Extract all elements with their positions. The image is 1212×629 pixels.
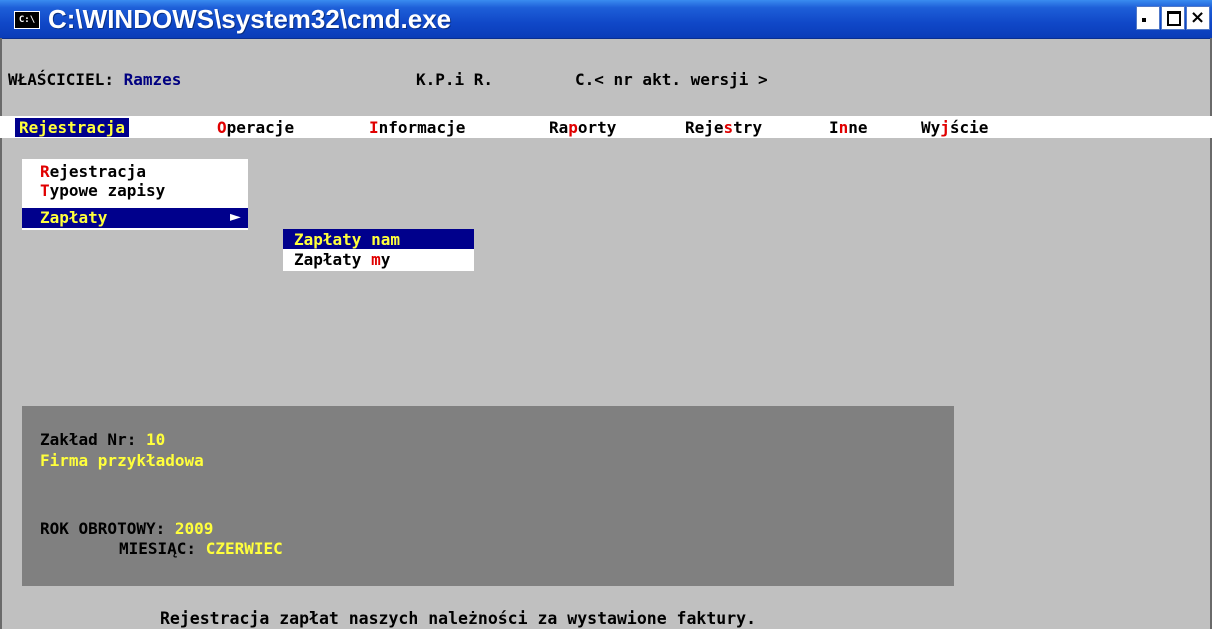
status-line: WŁAŚCICIEL: Ramzes: [8, 70, 181, 89]
submenu-item-zaplaty-my[interactable]: Zapłaty my: [294, 250, 390, 269]
menu-rejestracja[interactable]: Rejestracja: [15, 118, 129, 137]
window-title-bar[interactable]: C:\ C:\WINDOWS\system32\cmd.exe ×: [0, 0, 1212, 39]
hotkey: O: [217, 118, 227, 137]
rok-value: 2009: [174, 519, 214, 538]
hotkey: I: [369, 118, 379, 137]
dropdown-label: ypowe zapisy: [49, 181, 166, 200]
miesiac-label: MIESIĄC:: [119, 539, 197, 558]
window-title: C:\WINDOWS\system32\cmd.exe: [48, 4, 452, 34]
owner-label: WŁAŚCICIEL:: [8, 70, 114, 89]
submenu-item-zaplaty-nam[interactable]: Zapłaty nam: [294, 230, 400, 249]
dropdown-item-zaplaty[interactable]: Zapłaty: [40, 208, 107, 227]
close-button[interactable]: ×: [1186, 6, 1210, 30]
close-icon: ×: [1190, 7, 1206, 28]
owner-value: Ramzes: [123, 70, 182, 89]
maximize-button[interactable]: [1161, 6, 1185, 30]
menu-label: I: [829, 118, 839, 137]
hotkey: n: [838, 118, 849, 137]
menu-label: Wy: [921, 118, 941, 137]
menu-raporty[interactable]: Raporty: [549, 118, 616, 137]
minimize-button[interactable]: [1136, 6, 1160, 30]
menu-label: nformacje: [378, 118, 466, 137]
dropdown-item-rejestracja[interactable]: Rejestracja: [40, 162, 146, 181]
dropdown-label: Zapłaty: [40, 208, 108, 227]
menu-rejestry[interactable]: Rejestry: [685, 118, 762, 137]
zaklad-label: Zakład Nr:: [40, 430, 137, 449]
miesiac-line: MIESIĄC: CZERWIEC: [119, 539, 283, 558]
rok-label: ROK OBROTOWY:: [40, 519, 166, 538]
hotkey: s: [723, 118, 734, 137]
miesiac-value: CZERWIEC: [205, 539, 283, 558]
menu-label: Ra: [549, 118, 569, 137]
submenu-label: y: [380, 250, 391, 269]
menu-inne[interactable]: Inne: [829, 118, 868, 137]
dropdown-item-typowe-zapisy[interactable]: Typowe zapisy: [40, 181, 165, 200]
hotkey: R: [40, 162, 50, 181]
company-name: Firma przykładowa: [40, 451, 204, 470]
rok-line: ROK OBROTOWY: 2009: [40, 519, 213, 538]
zaklad-line: Zakład Nr: 10: [40, 430, 165, 449]
menu-operacje[interactable]: Operacje: [217, 118, 294, 137]
menu-label: try: [733, 118, 763, 137]
hotkey: m: [371, 250, 381, 269]
menu-label: Reje: [685, 118, 724, 137]
hotkey: T: [40, 181, 50, 200]
submenu-arrow-icon: ►: [230, 209, 241, 225]
hotkey: p: [568, 118, 578, 137]
submenu-label: Zapłaty: [294, 250, 372, 269]
hint-line: Rejestracja zapłat naszych należności za…: [160, 609, 757, 628]
menu-label: ne: [848, 118, 868, 137]
menu-label: Rejestracja: [19, 118, 125, 137]
app-name: K.P.i R.: [416, 70, 494, 89]
version-info: C.< nr akt. wersji >: [575, 70, 768, 89]
cmd-icon[interactable]: C:\: [14, 11, 40, 29]
menu-label: orty: [577, 118, 617, 137]
menu-informacje[interactable]: Informacje: [369, 118, 465, 137]
dropdown-label: ejestracja: [49, 162, 146, 181]
menu-label: peracje: [226, 118, 295, 137]
menu-wyjscie[interactable]: Wyjście: [921, 118, 988, 137]
menu-label: ście: [949, 118, 989, 137]
zaklad-value: 10: [145, 430, 166, 449]
hotkey: j: [940, 118, 950, 137]
